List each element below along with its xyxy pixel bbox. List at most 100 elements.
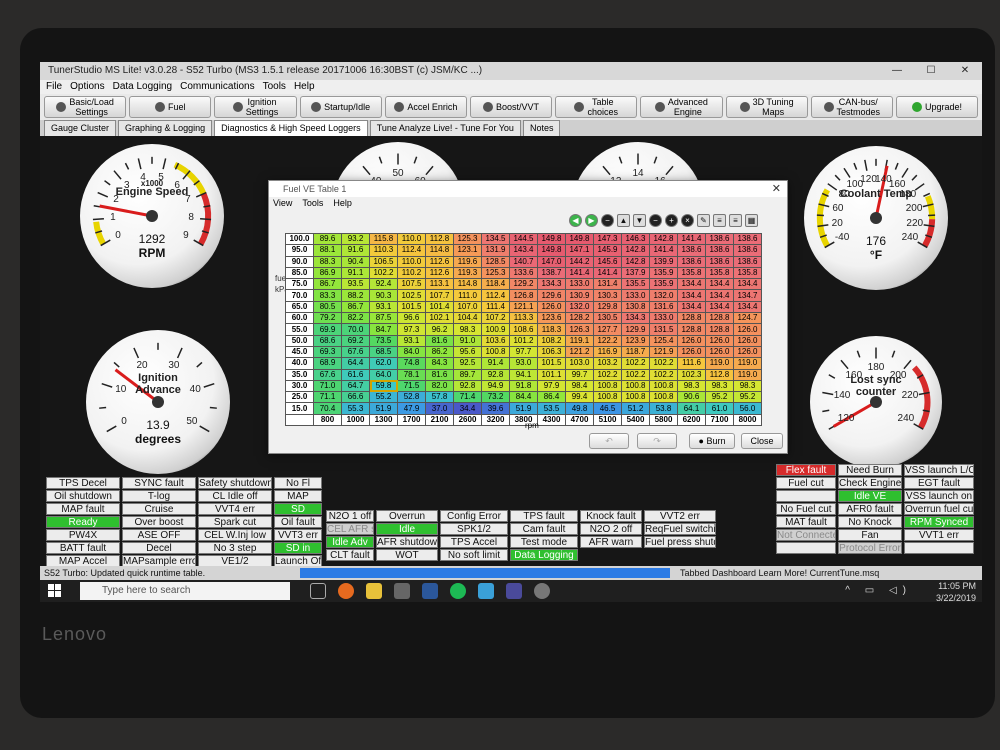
ve-cell[interactable]: 126.0 [733, 345, 762, 359]
ve-cell[interactable]: 135.8 [733, 266, 762, 280]
ve-cell[interactable]: 51.9 [369, 402, 398, 415]
ve-cell[interactable]: 103.2 [593, 357, 622, 370]
ve-cell[interactable]: 123.6 [537, 312, 566, 325]
ve-cell[interactable]: 119.0 [733, 357, 762, 370]
ve-cell[interactable]: 99.7 [565, 368, 594, 381]
burn-button[interactable]: ● Burn [689, 433, 735, 449]
dialog-menu-item[interactable]: Help [333, 198, 352, 208]
ve-cell[interactable]: 118.3 [537, 323, 566, 336]
ve-cell[interactable]: 125.4 [649, 334, 678, 347]
ve-cell[interactable]: 147.0 [537, 255, 566, 268]
ve-cell[interactable]: 102.5 [397, 289, 426, 302]
ve-cell[interactable]: 106.3 [537, 345, 566, 359]
ve-cell[interactable]: 130.3 [593, 289, 622, 302]
ve-cell[interactable]: 57.8 [425, 391, 454, 404]
ve-cell[interactable]: 129.9 [621, 323, 650, 336]
fill-icon[interactable]: ▦ [745, 214, 758, 227]
ve-cell[interactable]: 100.8 [593, 391, 622, 404]
ve-cell[interactable]: 114.8 [453, 278, 482, 291]
ve-cell[interactable]: 69.9 [313, 323, 342, 336]
ve-cell[interactable]: 131.9 [481, 244, 510, 257]
ve-table[interactable]: 100.0 89.6 93.2 115.8 110.0 112.8 125.3 134.5 14… [285, 232, 762, 427]
ve-cell[interactable]: 126.0 [705, 345, 734, 359]
ve-cell[interactable]: 149.8 [537, 244, 566, 257]
ve-cell[interactable]: 131.4 [593, 278, 622, 291]
menu-item-options[interactable]: Options [70, 81, 104, 92]
ve-cell[interactable]: 100.8 [593, 379, 622, 393]
ve-cell[interactable]: 135.5 [621, 278, 650, 291]
tab-0[interactable]: Gauge Cluster [44, 120, 117, 136]
tab-3[interactable]: Tune Analyze Live! - Tune For You [369, 120, 521, 136]
ve-cell[interactable]: 128.8 [677, 323, 706, 336]
ve-cell[interactable]: 122.2 [593, 334, 622, 347]
toolbar-button-10[interactable]: Upgrade! [895, 96, 979, 118]
ve-cell[interactable]: 90.6 [677, 391, 706, 404]
ve-cell[interactable]: 67.6 [341, 345, 370, 359]
ve-cell[interactable]: 103.6 [481, 334, 510, 347]
ve-cell[interactable]: 74.8 [397, 357, 426, 370]
ve-cell[interactable]: 66.6 [341, 391, 370, 404]
dialog-menu-item[interactable]: Tools [302, 198, 323, 208]
ve-cell[interactable]: 141.4 [677, 232, 706, 246]
toolbar-button-8[interactable]: 3D Tuning Maps [725, 96, 808, 118]
ve-cell[interactable]: 126.0 [677, 334, 706, 347]
ve-cell[interactable]: 132.0 [565, 300, 594, 314]
ve-cell[interactable]: 133.6 [509, 266, 538, 280]
ve-cell[interactable]: 138.6 [733, 232, 762, 246]
ve-cell[interactable]: 145.6 [593, 255, 622, 268]
ve-cell[interactable]: 71.0 [313, 379, 342, 393]
ve-cell[interactable]: 86.7 [313, 278, 342, 291]
ve-cell[interactable]: 90.4 [341, 255, 370, 268]
ve-cell[interactable]: 84.3 [425, 357, 454, 370]
ve-cell[interactable]: 93.5 [341, 278, 370, 291]
ve-cell[interactable]: 100.8 [649, 379, 678, 393]
ve-cell[interactable]: 134.4 [733, 278, 762, 291]
ve-cell[interactable]: 149.8 [565, 232, 594, 246]
ve-cell[interactable]: 101.2 [509, 334, 538, 347]
ve-cell[interactable]: 142.8 [621, 244, 650, 257]
ve-cell[interactable]: 107.5 [397, 278, 426, 291]
ve-cell[interactable]: 47.9 [397, 402, 426, 415]
ve-cell[interactable]: 127.7 [593, 323, 622, 336]
ve-cell[interactable]: 141.4 [565, 266, 594, 280]
ve-cell[interactable]: 83.3 [313, 289, 342, 302]
file-explorer-icon[interactable] [366, 583, 382, 599]
ve-cell[interactable]: 91.0 [453, 334, 482, 347]
ve-cell[interactable]: 140.7 [509, 255, 538, 268]
tab-2[interactable]: Diagnostics & High Speed Loggers [214, 120, 368, 136]
taskbar-search[interactable]: Type here to search [80, 582, 290, 600]
ve-cell[interactable]: 95.6 [453, 345, 482, 359]
ve-cell[interactable]: 96.2 [425, 323, 454, 336]
ve-cell[interactable]: 112.4 [481, 289, 510, 302]
ve-cell[interactable]: 125.3 [481, 266, 510, 280]
ve-cell[interactable]: 108.6 [509, 323, 538, 336]
ve-cell[interactable]: 147.1 [565, 244, 594, 257]
smooth-icon[interactable]: ≡ [729, 214, 742, 227]
ve-cell[interactable]: 123.1 [453, 244, 482, 257]
firefox-icon[interactable] [338, 583, 354, 599]
ve-cell[interactable]: 119.6 [453, 255, 482, 268]
ve-cell[interactable]: 94.9 [481, 379, 510, 393]
ve-cell[interactable]: 53.5 [537, 402, 566, 415]
ve-cell[interactable]: 96.6 [397, 312, 426, 325]
ve-cell[interactable]: 82.2 [341, 312, 370, 325]
close-button[interactable]: Close [741, 433, 783, 449]
ve-cell[interactable]: 98.3 [453, 323, 482, 336]
ve-cell[interactable]: 134.7 [733, 289, 762, 302]
tab-4[interactable]: Notes [522, 120, 561, 136]
ve-cell[interactable]: 102.2 [621, 368, 650, 381]
ve-cell[interactable]: 82.0 [425, 379, 454, 393]
ve-cell[interactable]: 121.1 [509, 300, 538, 314]
increment-icon[interactable]: + [665, 214, 678, 227]
ve-cell[interactable]: 93.2 [341, 232, 370, 246]
ve-cell[interactable]: 128.5 [481, 255, 510, 268]
app-icon-2[interactable] [478, 583, 494, 599]
ve-cell[interactable]: 92.8 [481, 368, 510, 381]
ve-cell[interactable]: 84.4 [509, 391, 538, 404]
ve-cell[interactable]: 91.1 [341, 266, 370, 280]
ve-cell[interactable]: 91.6 [341, 244, 370, 257]
ve-cell[interactable]: 138.6 [705, 255, 734, 268]
ve-cell[interactable]: 114.8 [425, 244, 454, 257]
ve-cell[interactable]: 134.3 [621, 312, 650, 325]
ve-cell[interactable]: 138.6 [705, 232, 734, 246]
